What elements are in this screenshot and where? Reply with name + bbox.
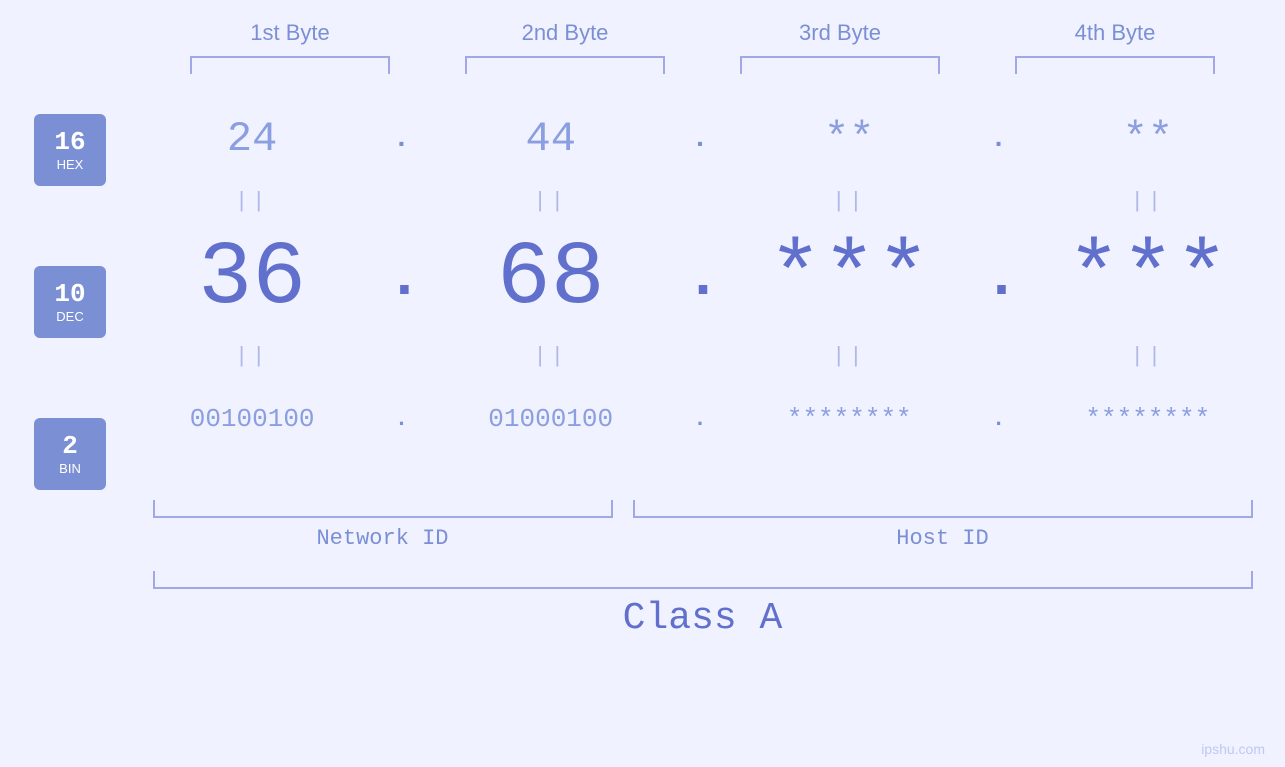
bin-b2: 01000100 bbox=[441, 404, 661, 434]
dec-b4: *** bbox=[1038, 234, 1258, 324]
bottom-labels: Network ID Host ID bbox=[153, 526, 1253, 551]
dec-badge-num: 10 bbox=[54, 280, 85, 309]
byte1-header: 1st Byte bbox=[180, 20, 400, 46]
values-area: 24 . 44 . ** . ** || || || || 36 bbox=[130, 94, 1285, 464]
dec-dot3: . bbox=[984, 249, 1014, 309]
class-row: Class A bbox=[153, 571, 1253, 640]
dec-row: 36 . 68 . *** . *** bbox=[130, 219, 1270, 339]
byte2-header: 2nd Byte bbox=[455, 20, 675, 46]
eq1-b4: || bbox=[1038, 189, 1258, 214]
hex-b1: 24 bbox=[142, 115, 362, 163]
bin-badge-label: BIN bbox=[59, 461, 81, 476]
main-container: 1st Byte 2nd Byte 3rd Byte 4th Byte 16 H… bbox=[0, 0, 1285, 767]
dec-dot1: . bbox=[386, 249, 416, 309]
eq1-b3: || bbox=[739, 189, 959, 214]
network-id-label: Network ID bbox=[153, 526, 613, 551]
equals-row-1: || || || || bbox=[130, 184, 1270, 219]
bottom-brackets bbox=[153, 500, 1253, 518]
hex-dot3: . bbox=[984, 124, 1014, 155]
bracket-byte2 bbox=[465, 56, 665, 74]
hex-b4: ** bbox=[1038, 115, 1258, 163]
bracket-byte4 bbox=[1015, 56, 1215, 74]
host-bracket bbox=[633, 500, 1253, 518]
bottom-section: Network ID Host ID bbox=[153, 500, 1253, 551]
eq1-b1: || bbox=[142, 189, 362, 214]
eq2-b3: || bbox=[739, 344, 959, 369]
dec-badge: 10 DEC bbox=[34, 266, 106, 338]
bin-badge-num: 2 bbox=[62, 432, 78, 461]
hex-dot2: . bbox=[685, 124, 715, 155]
bin-dot3: . bbox=[984, 407, 1014, 432]
badges-column: 16 HEX 10 DEC 2 BIN bbox=[0, 94, 130, 490]
dec-dot2: . bbox=[685, 249, 715, 309]
class-bracket bbox=[153, 571, 1253, 589]
watermark: ipshu.com bbox=[1201, 741, 1265, 757]
bin-b3: ******** bbox=[739, 404, 959, 434]
hex-row: 24 . 44 . ** . ** bbox=[130, 94, 1270, 184]
hex-badge-num: 16 bbox=[54, 128, 85, 157]
bin-badge: 2 BIN bbox=[34, 418, 106, 490]
bracket-byte3 bbox=[740, 56, 940, 74]
bin-dot2: . bbox=[685, 407, 715, 432]
dec-badge-label: DEC bbox=[56, 309, 83, 324]
bin-dot1: . bbox=[386, 407, 416, 432]
hex-badge: 16 HEX bbox=[34, 114, 106, 186]
bin-b4: ******** bbox=[1038, 404, 1258, 434]
eq2-b2: || bbox=[441, 344, 661, 369]
dec-b1: 36 bbox=[142, 234, 362, 324]
bin-row: 00100100 . 01000100 . ******** . *******… bbox=[130, 374, 1270, 464]
eq2-b1: || bbox=[142, 344, 362, 369]
main-content: 16 HEX 10 DEC 2 BIN 24 . 44 . ** . ** bbox=[0, 94, 1285, 490]
eq1-b2: || bbox=[441, 189, 661, 214]
hex-badge-label: HEX bbox=[57, 157, 84, 172]
top-brackets bbox=[153, 56, 1253, 74]
network-bracket bbox=[153, 500, 613, 518]
bracket-byte1 bbox=[190, 56, 390, 74]
dec-b2: 68 bbox=[441, 234, 661, 324]
bin-b1: 00100100 bbox=[142, 404, 362, 434]
byte4-header: 4th Byte bbox=[1005, 20, 1225, 46]
byte3-header: 3rd Byte bbox=[730, 20, 950, 46]
hex-dot1: . bbox=[386, 124, 416, 155]
equals-row-2: || || || || bbox=[130, 339, 1270, 374]
host-id-label: Host ID bbox=[633, 526, 1253, 551]
hex-b2: 44 bbox=[441, 115, 661, 163]
byte-headers: 1st Byte 2nd Byte 3rd Byte 4th Byte bbox=[153, 20, 1253, 46]
hex-b3: ** bbox=[739, 115, 959, 163]
dec-b3: *** bbox=[739, 234, 959, 324]
eq2-b4: || bbox=[1038, 344, 1258, 369]
class-label: Class A bbox=[153, 597, 1253, 640]
